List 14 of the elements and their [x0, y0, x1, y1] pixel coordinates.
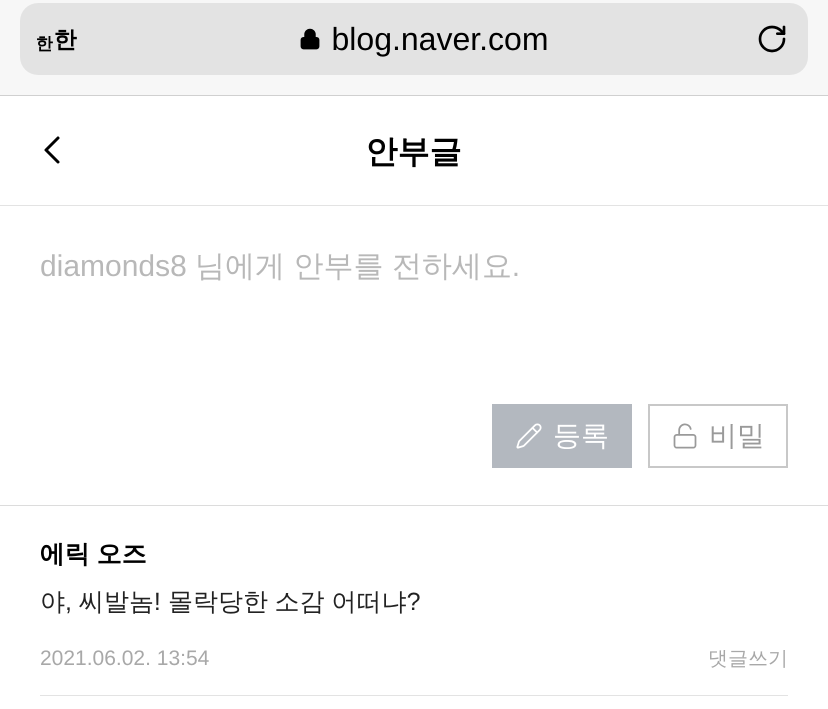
- comment-date: 2021.06.02. 13:54: [40, 646, 210, 672]
- comment-text: 야, 씨발놈! 몰락당한 소감 어떠냐?: [40, 586, 422, 618]
- lock-icon: [299, 28, 322, 50]
- comment-author: 에릭 오즈: [40, 539, 148, 570]
- reply-link[interactable]: 댓글쓰기: [708, 644, 788, 674]
- secret-button[interactable]: 비밀: [648, 404, 788, 468]
- message-input[interactable]: diamonds8 님에게 안부를 전하세요.: [40, 244, 788, 404]
- text-size-button[interactable]: 한한: [36, 22, 96, 56]
- address-bar[interactable]: 한한 blog.naver.com: [20, 3, 808, 75]
- unlocked-icon: [671, 422, 699, 450]
- pencil-icon: [515, 422, 543, 450]
- page-title: 안부글: [366, 132, 462, 170]
- url-text: blog.naver.com: [331, 20, 548, 59]
- reload-icon: [756, 23, 788, 55]
